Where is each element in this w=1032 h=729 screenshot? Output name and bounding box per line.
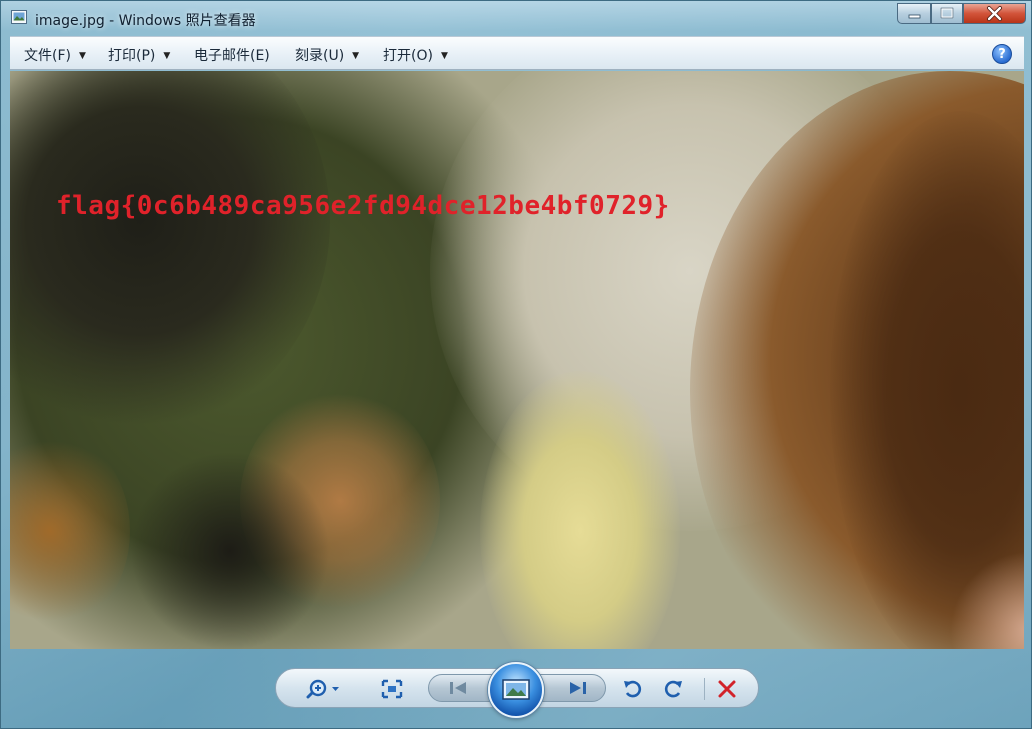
help-button[interactable]: ?	[992, 44, 1012, 64]
menu-open[interactable]: 打开(O) ▼	[383, 45, 448, 65]
menu-email-label: 电子邮件(E)	[194, 48, 270, 64]
toolbar-divider	[704, 678, 705, 700]
minimize-icon	[908, 14, 921, 19]
rotate-clockwise-icon[interactable]	[662, 678, 684, 700]
previous-icon[interactable]	[447, 679, 471, 697]
menu-bar: 文件(F) ▼ 打印(P) ▼ 电子邮件(E) 刻录(U) ▼ 打开(O) ▼ ?	[10, 36, 1024, 70]
maximize-icon	[940, 7, 954, 19]
slideshow-button[interactable]	[488, 662, 544, 718]
close-button[interactable]	[963, 3, 1026, 24]
photo-viewer-window: image.jpg - Windows 照片查看器 文件(F) ▼ 打印(P) ▼	[0, 0, 1032, 729]
photo-display[interactable]: flag{0c6b489ca956e2fd94dce12be4bf0729}	[10, 71, 1024, 649]
menu-print-label: 打印(P)	[108, 48, 156, 64]
chevron-down-icon: ▼	[352, 51, 360, 61]
help-icon: ?	[998, 47, 1006, 62]
fit-to-window-icon[interactable]	[380, 678, 404, 700]
zoom-icon[interactable]	[306, 678, 346, 700]
chevron-down-icon: ▼	[440, 51, 448, 61]
menu-file-label: 文件(F)	[24, 48, 71, 64]
next-icon[interactable]	[565, 679, 589, 697]
slideshow-icon	[502, 679, 530, 700]
photo-background	[130, 451, 330, 649]
menu-burn[interactable]: 刻录(U) ▼	[295, 45, 359, 65]
rotate-counterclockwise-icon[interactable]	[622, 678, 644, 700]
menu-file[interactable]: 文件(F) ▼	[24, 45, 86, 65]
maximize-button[interactable]	[931, 3, 963, 24]
menu-open-label: 打开(O)	[383, 48, 433, 64]
photo-viewer-app-icon	[11, 10, 27, 24]
delete-icon[interactable]	[716, 678, 738, 700]
minimize-button[interactable]	[897, 3, 931, 24]
menu-burn-label: 刻录(U)	[295, 48, 345, 64]
chevron-down-icon: ▼	[78, 51, 86, 61]
flag-overlay-text: flag{0c6b489ca956e2fd94dce12be4bf0729}	[56, 191, 670, 221]
window-title: image.jpg - Windows 照片查看器	[35, 13, 256, 29]
menu-email[interactable]: 电子邮件(E)	[194, 45, 270, 65]
title-bar[interactable]: image.jpg - Windows 照片查看器	[1, 1, 1032, 35]
menu-print[interactable]: 打印(P) ▼	[108, 45, 170, 65]
chevron-down-icon: ▼	[163, 51, 171, 61]
close-icon	[987, 6, 1002, 21]
